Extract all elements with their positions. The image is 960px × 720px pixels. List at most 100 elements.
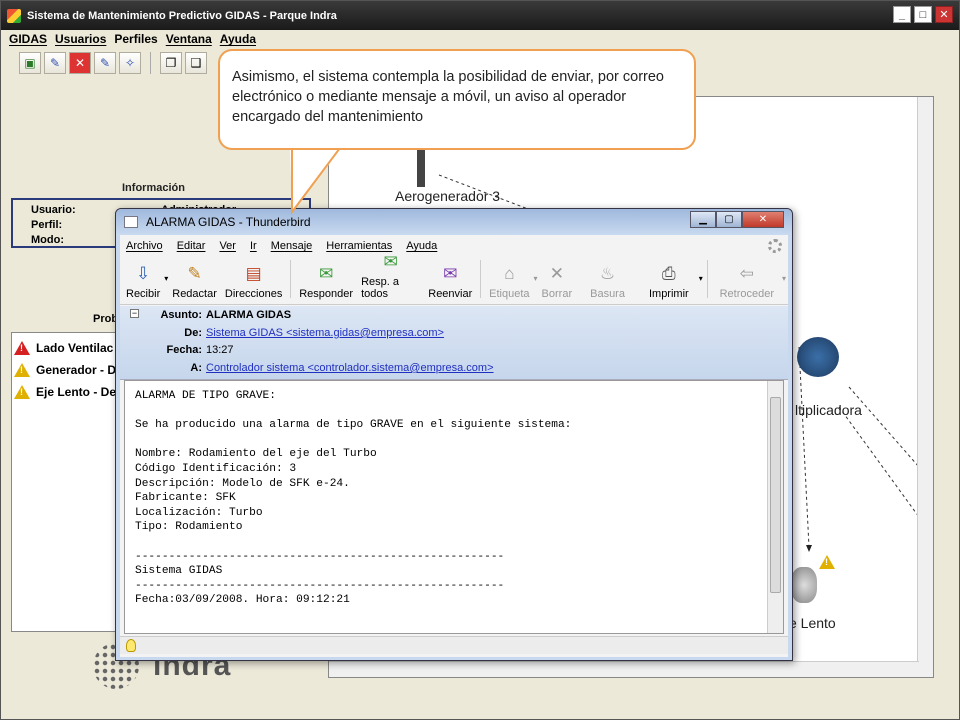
minimize-button[interactable]: _ — [893, 6, 911, 23]
tb-close-button[interactable]: ✕ — [742, 211, 784, 228]
tool-direcciones-button[interactable]: ▤ Direcciones — [221, 263, 286, 300]
lightbulb-icon — [126, 639, 136, 652]
app-logo-icon — [7, 8, 21, 23]
tool-retroceder-button[interactable]: ⇦ Retroceder — [712, 263, 782, 300]
tool-label: Imprimir — [648, 288, 689, 300]
tool-basura-button[interactable]: ♨ Basura — [576, 263, 639, 300]
tb-maximize-button[interactable]: ▢ — [716, 211, 742, 228]
to-label: A: — [190, 362, 202, 374]
tool-recibir-button[interactable]: ⇩ Recibir — [122, 263, 164, 300]
tool-responder-button[interactable]: ✉ Responder — [295, 263, 357, 300]
date-value: 13:27 — [206, 344, 234, 356]
problem-label: Generador - D — [36, 363, 117, 377]
toolbar-separator — [150, 52, 151, 74]
forward-icon: ✉ — [443, 264, 458, 283]
tool-borrar-button[interactable]: ✕ Borrar — [538, 263, 577, 300]
thunderbird-titlebar: ALARMA GIDAS - Thunderbird ▁ ▢ ✕ — [116, 209, 792, 235]
date-label: Fecha: — [166, 344, 202, 356]
from-label: De: — [184, 327, 202, 339]
tb-menu-ir[interactable]: Ir — [250, 240, 257, 252]
menu-ayuda[interactable]: Ayuda — [218, 30, 262, 48]
copy-icon[interactable]: ❐ — [160, 52, 182, 74]
thunderbird-content: Archivo Editar Ver Ir Mensaje Herramient… — [120, 235, 788, 657]
from-link[interactable]: Sistema GIDAS <sistema.gidas@empresa.com… — [206, 327, 444, 339]
tag-icon: ⌂ — [504, 264, 515, 283]
pen-icon[interactable]: ✎ — [94, 52, 116, 74]
close-button[interactable]: ✕ — [935, 6, 953, 23]
print-icon: ⎙ — [662, 264, 676, 283]
reply-icon: ✉ — [319, 264, 334, 283]
new-icon[interactable]: ▣ — [19, 52, 41, 74]
app-menubar: GIDAS Usuarios Perfiles Ventana Ayuda — [1, 30, 959, 48]
app-title: Sistema de Mantenimiento Predictivo GIDA… — [27, 9, 337, 22]
edit-icon[interactable]: ✎ — [44, 52, 66, 74]
menu-perfiles[interactable]: Perfiles — [112, 30, 163, 48]
pencil-icon: ✎ — [187, 264, 202, 283]
callout-bubble: Asimismo, el sistema contempla la posibi… — [218, 49, 696, 150]
problem-label: Eje Lento - De — [36, 385, 117, 399]
app-titlebar: Sistema de Mantenimiento Predictivo GIDA… — [1, 1, 959, 30]
warning-icon — [14, 341, 30, 355]
tool-label: Retroceder — [719, 288, 774, 300]
diagram-label-multiplicadora: ltiplicadora — [795, 402, 862, 418]
thunderbird-window: ALARMA GIDAS - Thunderbird ▁ ▢ ✕ Archivo… — [115, 208, 793, 661]
tool-etiqueta-button[interactable]: ⌂ Etiqueta — [485, 263, 533, 300]
tool-resp-todos-button[interactable]: ✉ Resp. a todos — [357, 251, 424, 300]
tool-imprimir-button[interactable]: ⎙ Imprimir — [639, 263, 699, 300]
maximize-button[interactable]: □ — [914, 6, 932, 23]
menu-usuarios[interactable]: Usuarios — [53, 30, 112, 48]
body-scrollbar[interactable] — [767, 381, 783, 633]
tool-label: Reenviar — [428, 288, 473, 300]
tool-label: Etiqueta — [489, 288, 530, 300]
tool-label: Direcciones — [224, 288, 283, 300]
warning-icon — [14, 363, 30, 377]
menu-gidas[interactable]: GIDAS — [7, 30, 53, 48]
delete-icon[interactable]: ✕ — [69, 52, 91, 74]
message-body-pane[interactable]: ALARMA DE TIPO GRAVE: Se ha producido un… — [124, 380, 784, 634]
thunderbird-menubar: Archivo Editar Ver Ir Mensaje Herramient… — [120, 235, 788, 257]
dropdown-arrow-icon[interactable]: ▾ — [699, 274, 703, 283]
thunderbird-toolbar: ⇩ Recibir ▾ ✎ Redactar ▤ Direcciones ✉ Respo… — [120, 252, 788, 305]
tool-label: Redactar — [172, 288, 217, 300]
address-book-icon: ▤ — [245, 264, 262, 283]
dropdown-arrow-icon[interactable]: ▾ — [782, 274, 786, 283]
tb-menu-archivo[interactable]: Archivo — [126, 240, 163, 252]
tb-menu-ver[interactable]: Ver — [219, 240, 236, 252]
tool-label: Responder — [299, 288, 354, 300]
message-header: − Asunto: ALARMA GIDAS De: Sistema GIDAS <… — [120, 306, 788, 380]
tool-label: Resp. a todos — [361, 276, 399, 300]
tools-icon[interactable]: ✧ — [119, 52, 141, 74]
tool-label: Borrar — [541, 288, 573, 300]
status-bar — [120, 636, 788, 654]
wind-turbine-icon — [417, 147, 425, 187]
reply-all-icon: ✉ — [383, 252, 398, 271]
diagram-label-eje-lento: e Lento — [789, 615, 836, 631]
scrollbar-thumb[interactable] — [770, 397, 781, 593]
tool-redactar-button[interactable]: ✎ Redactar — [168, 263, 221, 300]
gearbox-icon — [797, 337, 839, 377]
menu-ventana[interactable]: Ventana — [164, 30, 218, 48]
tool-reenviar-button[interactable]: ✉ Reenviar — [424, 263, 476, 300]
receive-icon: ⇩ — [135, 264, 151, 283]
activity-gear-icon — [768, 239, 782, 253]
toolbar-separator — [480, 259, 482, 298]
warning-icon — [14, 385, 30, 399]
toolbar-separator — [706, 259, 708, 298]
tb-minimize-button[interactable]: ▁ — [690, 211, 716, 228]
tb-menu-mensaje[interactable]: Mensaje — [271, 240, 313, 252]
subject-value: ALARMA GIDAS — [206, 309, 292, 321]
to-link[interactable]: Controlador sistema <controlador.sistema… — [206, 362, 494, 374]
diagram-label-aerogenerador: Aerogenerador 3 — [395, 188, 501, 204]
message-body-text: ALARMA DE TIPO GRAVE: Se ha producido un… — [135, 390, 572, 607]
canvas-horizontal-scrollbar[interactable] — [329, 661, 919, 677]
delete-icon: ✕ — [549, 264, 564, 283]
subject-label: Asunto: — [160, 309, 202, 321]
junk-icon: ♨ — [599, 264, 616, 283]
tool-label: Recibir — [126, 288, 161, 300]
tool-label: Basura — [590, 288, 625, 300]
canvas-vertical-scrollbar[interactable] — [917, 97, 933, 677]
tb-menu-editar[interactable]: Editar — [177, 240, 206, 252]
back-icon: ⇦ — [739, 264, 754, 283]
problem-label: Lado Ventilac — [36, 341, 114, 355]
paste-icon[interactable]: ❑ — [185, 52, 207, 74]
